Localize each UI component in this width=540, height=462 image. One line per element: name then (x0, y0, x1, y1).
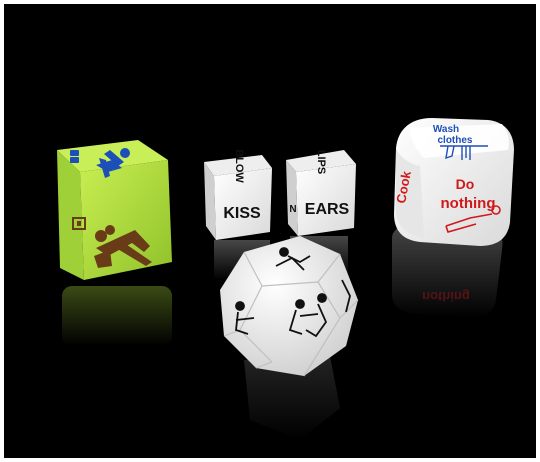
die-face-front-label: EARS (305, 201, 350, 218)
die-face-front-label: KISS (223, 205, 261, 222)
die-face-top-label: clothes (437, 135, 472, 146)
die-face-top-label: BLOW (233, 149, 245, 183)
die-face-top-label: Wash (433, 124, 459, 135)
product-photo: BLOW KISS LIPS N EARS nothing Wash cloth… (0, 0, 540, 462)
green-die (57, 140, 172, 346)
die-face-front-label: Do (456, 176, 475, 192)
svg-text:nothing: nothing (422, 289, 470, 304)
die-face-side-label: N (289, 204, 296, 215)
die-face-front-label: nothing (441, 195, 496, 212)
action-die: nothing Wash clothes Cook Do nothing (392, 118, 514, 318)
die-face-top-label: LIPS (315, 150, 327, 174)
